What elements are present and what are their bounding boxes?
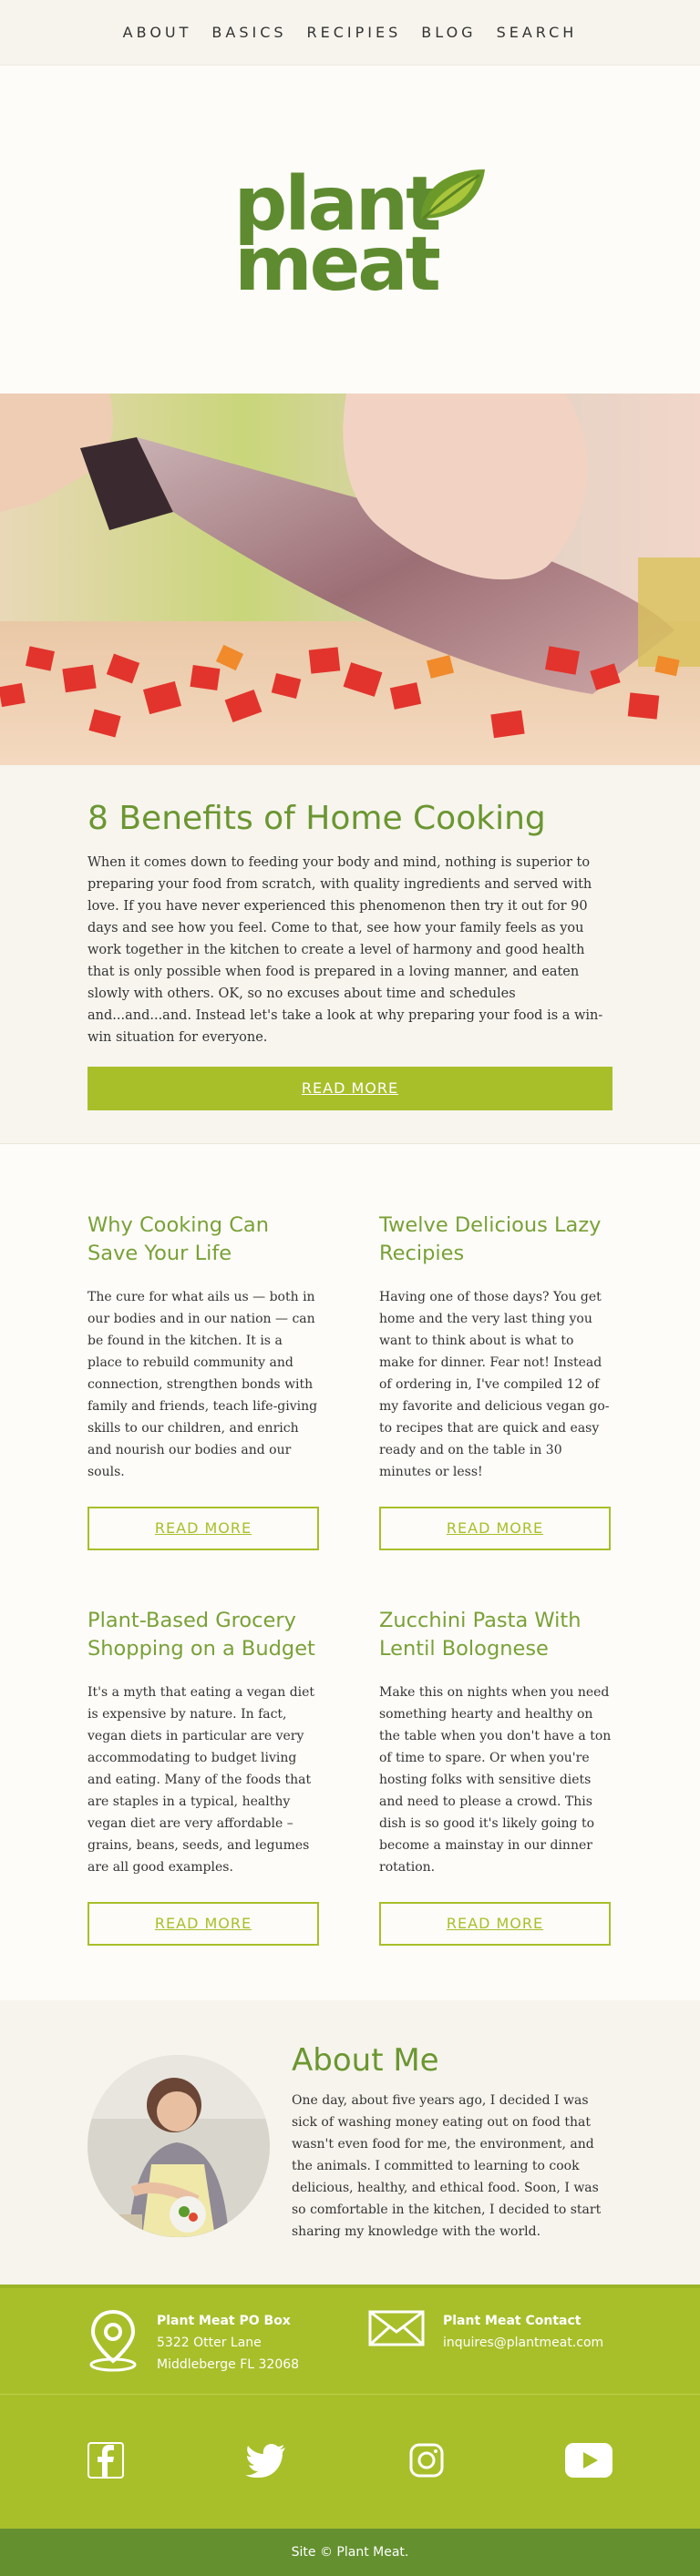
location-pin-icon xyxy=(89,2310,137,2372)
hero-image xyxy=(0,394,700,765)
envelope-icon xyxy=(368,2310,425,2346)
facebook-icon[interactable] xyxy=(88,2441,124,2482)
top-navigation: ABOUT BASICS RECIPIES BLOG SEARCH xyxy=(0,0,700,66)
article-card: Zucchini Pasta With Lentil Bolognese Mak… xyxy=(379,1607,612,1946)
copyright-text: Site © Plant Meat. xyxy=(291,2545,409,2560)
article-title[interactable]: Why Cooking Can Save Your Life xyxy=(88,1211,321,1268)
chopping-peppers-image xyxy=(0,394,700,765)
read-more-button[interactable]: READ MORE xyxy=(88,1902,319,1946)
article-excerpt: The cure for what ails us — both in our … xyxy=(88,1290,318,1479)
about-me-section: About Me One day, about five years ago, … xyxy=(0,2000,700,2285)
email-block: Plant Meat Contact inquires@plantmeat.co… xyxy=(368,2310,612,2394)
address-line-2: Middleberge FL 32068 xyxy=(157,2357,300,2372)
leaf-icon xyxy=(421,169,485,220)
author-photo xyxy=(88,2055,270,2237)
contact-section: Plant Meat PO Box 5322 Otter Lane Middle… xyxy=(0,2285,700,2394)
youtube-icon[interactable] xyxy=(564,2442,612,2481)
about-title: About Me xyxy=(292,2042,439,2079)
featured-article: 8 Benefits of Home Cooking When it comes… xyxy=(0,765,700,1144)
article-excerpt: It's a myth that eating a vegan diet is … xyxy=(88,1685,315,1875)
nav-blog-link[interactable]: BLOG xyxy=(421,24,476,41)
article-grid: Why Cooking Can Save Your Life The cure … xyxy=(0,1144,700,2000)
read-more-button[interactable]: READ MORE xyxy=(379,1902,611,1946)
site-logo[interactable]: plant meat xyxy=(213,166,487,302)
featured-article-title[interactable]: 8 Benefits of Home Cooking xyxy=(88,800,612,837)
read-more-button[interactable]: READ MORE xyxy=(88,1507,319,1550)
article-card: Twelve Delicious Lazy Recipies Having on… xyxy=(379,1211,612,1550)
nav-recipies-link[interactable]: RECIPIES xyxy=(307,24,402,41)
article-title[interactable]: Plant-Based Grocery Shopping on a Budget xyxy=(88,1607,321,1663)
address-block: Plant Meat PO Box 5322 Otter Lane Middle… xyxy=(88,2310,332,2394)
address-title: Plant Meat PO Box xyxy=(157,2314,291,2328)
article-excerpt: Make this on nights when you need someth… xyxy=(379,1685,612,1875)
nav-about-link[interactable]: ABOUT xyxy=(123,24,192,41)
social-links xyxy=(0,2394,700,2529)
article-card: Plant-Based Grocery Shopping on a Budget… xyxy=(88,1607,321,1946)
instagram-icon[interactable] xyxy=(409,2443,444,2481)
nav-basics-link[interactable]: BASICS xyxy=(211,24,286,41)
about-body: One day, about five years ago, I decided… xyxy=(292,2093,602,2239)
about-text: About Me One day, about five years ago, … xyxy=(292,2042,612,2243)
article-card: Why Cooking Can Save Your Life The cure … xyxy=(88,1211,321,1550)
nav-search-link[interactable]: SEARCH xyxy=(497,24,578,41)
featured-read-more-button[interactable]: READ MORE xyxy=(88,1067,612,1110)
article-title[interactable]: Twelve Delicious Lazy Recipies xyxy=(379,1211,612,1268)
email-link[interactable]: inquires@plantmeat.com xyxy=(443,2336,603,2350)
twitter-icon[interactable] xyxy=(245,2443,287,2481)
article-title[interactable]: Zucchini Pasta With Lentil Bolognese xyxy=(379,1607,612,1663)
address-line-1: 5322 Otter Lane xyxy=(157,2336,262,2350)
read-more-button[interactable]: READ MORE xyxy=(379,1507,611,1550)
logo-banner: plant meat xyxy=(0,66,700,394)
featured-article-body: When it comes down to feeding your body … xyxy=(88,855,603,1045)
article-excerpt: Having one of those days? You get home a… xyxy=(379,1290,610,1479)
email-title: Plant Meat Contact xyxy=(443,2314,582,2328)
